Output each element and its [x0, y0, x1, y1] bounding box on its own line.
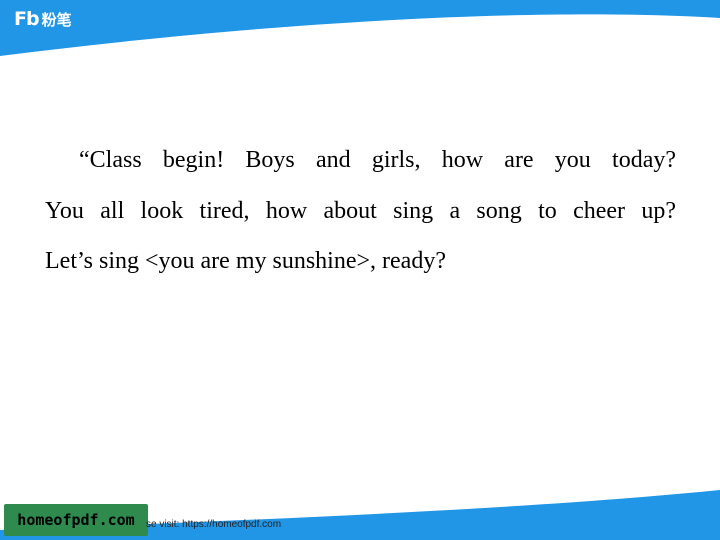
fenbi-logo: Fb 粉笔 — [14, 8, 72, 30]
slide-body: “Class begin! Boys and girls, how are yo… — [45, 135, 676, 287]
body-line: Let’s sing <you are my sunshine>, ready? — [45, 248, 446, 274]
body-line: “Class begin! Boys and girls, how are yo… — [79, 147, 676, 173]
body-line: You all look tired, how about sing a son… — [45, 197, 676, 224]
watermark-badge[interactable]: homeofpdf.com — [4, 504, 148, 536]
header-band — [0, 0, 720, 56]
watermark-note: se visit: https://homeofpdf.com — [146, 519, 282, 530]
logo-text: 粉笔 — [41, 10, 72, 29]
watermark-label: homeofpdf.com — [17, 511, 135, 529]
logo-mark: Fb — [14, 8, 40, 30]
